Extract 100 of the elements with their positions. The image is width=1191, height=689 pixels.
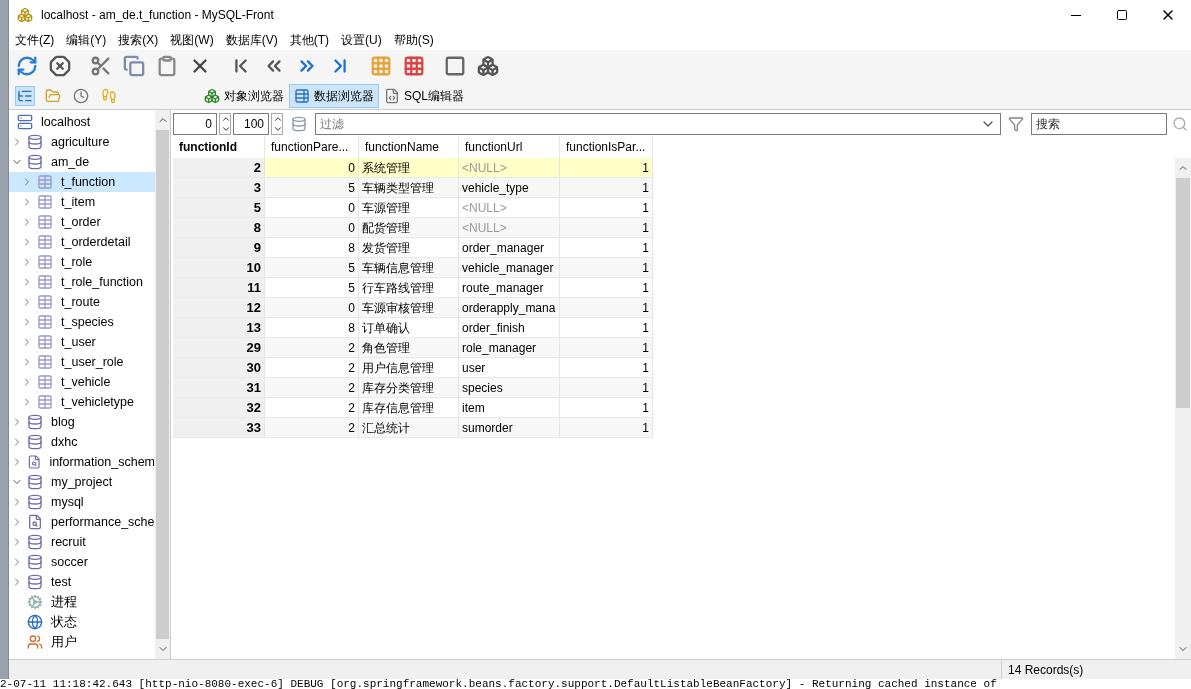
data-grid-icon — [294, 87, 310, 104]
spin-down-icon[interactable] — [272, 124, 284, 134]
tree-item[interactable]: t_species — [9, 312, 155, 332]
table-cell: 用户信息管理 — [359, 358, 459, 377]
tree-item[interactable]: 状态 — [9, 612, 155, 632]
table-cell: 1 — [560, 218, 653, 237]
tree-item[interactable]: t_order — [9, 212, 155, 232]
table-icon — [37, 374, 53, 390]
table-cell: 10 — [173, 258, 265, 277]
view-tab[interactable]: SQL编辑器 — [379, 83, 469, 108]
table-row[interactable]: 5 0 车源管理 <NULL> 1 — [173, 198, 653, 218]
table-cell: 8 — [265, 318, 359, 337]
tree-item[interactable]: t_route — [9, 292, 155, 312]
table-row[interactable]: 9 8 发货管理 order_manager 1 — [173, 238, 653, 258]
table-icon — [37, 314, 53, 330]
tree-item[interactable]: t_item — [9, 192, 155, 212]
tree-item[interactable]: test — [9, 572, 155, 592]
table-cell: 1 — [560, 198, 653, 217]
menu-item[interactable]: 文件(Z) — [15, 31, 55, 49]
tree-item[interactable]: soccer — [9, 552, 155, 572]
tree-item[interactable]: t_role — [9, 252, 155, 272]
table-cell: 行车路线管理 — [359, 278, 459, 297]
database-icon — [27, 554, 43, 570]
table-row[interactable]: 31 2 库存分类管理 species 1 — [173, 378, 653, 398]
table-cell: 1 — [560, 418, 653, 437]
menu-item[interactable]: 搜索(X) — [118, 31, 159, 49]
table-cell: 29 — [173, 338, 265, 357]
minimize-icon — [1071, 14, 1081, 16]
database-icon — [27, 474, 43, 490]
tree-item[interactable]: my_project — [9, 472, 155, 492]
table-cell: 8 — [265, 238, 359, 257]
table-cell: 3 — [173, 178, 265, 197]
menu-item[interactable]: 其他(T) — [289, 31, 329, 49]
tree-item[interactable]: am_de — [9, 152, 155, 172]
table-icon — [37, 194, 53, 210]
table-cell: <NULL> — [459, 198, 560, 217]
spin-up-icon[interactable] — [220, 114, 232, 124]
table-row[interactable]: 11 5 行车路线管理 route_manager 1 — [173, 278, 653, 298]
spin-down-icon[interactable] — [220, 124, 232, 134]
scrollbar[interactable] — [155, 110, 170, 659]
view-tab[interactable]: 对象浏览器 — [199, 83, 289, 108]
table-row[interactable]: 12 0 车源审核管理 orderapply_mana 1 — [173, 298, 653, 318]
tree-item[interactable]: 进程 — [9, 592, 155, 612]
table-row[interactable]: 2 0 系统管理 <NULL> 1 — [173, 158, 653, 178]
table-cell: role_manager — [459, 338, 560, 357]
tree-item[interactable]: recruit — [9, 532, 155, 552]
table-cell: 车源管理 — [359, 198, 459, 217]
table-row[interactable]: 3 5 车辆类型管理 vehicle_type 1 — [173, 178, 653, 198]
table-cell: 30 — [173, 358, 265, 377]
tree-item[interactable]: agriculture — [9, 132, 155, 152]
refresh-icon[interactable] — [15, 54, 39, 78]
table-cell: 13 — [173, 318, 265, 337]
table-row[interactable]: 30 2 用户信息管理 user 1 — [173, 358, 653, 378]
menu-item[interactable]: 编辑(Y) — [66, 31, 107, 49]
table-cell: 库存分类管理 — [359, 378, 459, 397]
menu-item[interactable]: 视图(W) — [170, 31, 214, 49]
menu-item[interactable]: 帮助(S) — [393, 31, 434, 49]
menu-item[interactable]: 设置(U) — [341, 31, 382, 49]
offset-spinner[interactable] — [219, 113, 231, 135]
tree-item[interactable]: performance_sche — [9, 512, 155, 532]
table-row[interactable]: 10 5 车辆信息管理 vehicle_manager 1 — [173, 258, 653, 278]
tree-view-button[interactable] — [15, 85, 35, 106]
table-cell: 2 — [265, 378, 359, 397]
offset-field[interactable]: 0 — [173, 113, 217, 135]
spin-up-icon[interactable] — [272, 114, 284, 124]
tree-item[interactable]: localhost — [9, 112, 155, 132]
search-field[interactable]: 搜索 — [1031, 113, 1167, 135]
table-row[interactable]: 8 0 配货管理 <NULL> 1 — [173, 218, 653, 238]
menu-item[interactable]: 数据库(V) — [225, 31, 278, 49]
stop-icon[interactable] — [48, 54, 72, 78]
table-cell: order_manager — [459, 238, 560, 257]
limit-spinner[interactable] — [271, 113, 283, 135]
tree-item[interactable]: t_vehicletype — [9, 392, 155, 412]
table-row[interactable]: 29 2 角色管理 role_manager 1 — [173, 338, 653, 358]
copy-icon[interactable] — [122, 54, 146, 78]
table-row[interactable]: 13 8 订单确认 order_finish 1 — [173, 318, 653, 338]
table-row[interactable]: 33 2 汇总统计 sumorder 1 — [173, 418, 653, 438]
tree-item[interactable]: t_function — [9, 172, 155, 192]
tree-item[interactable]: t_role_function — [9, 272, 155, 292]
tree-item[interactable]: t_vehicle — [9, 372, 155, 392]
table-row[interactable]: 32 2 库存信息管理 item 1 — [173, 398, 653, 418]
tree-item[interactable]: 用户 — [9, 632, 155, 652]
scrollbar[interactable] — [1175, 158, 1191, 659]
tree-item[interactable]: blog — [9, 412, 155, 432]
insert-row-icon[interactable] — [369, 54, 393, 78]
delete-row-icon[interactable] — [402, 54, 426, 78]
table-cell: item — [459, 398, 560, 417]
table-cell: 2 — [265, 418, 359, 437]
view-tab[interactable]: 数据浏览器 — [289, 83, 379, 108]
tree-item[interactable]: mysql — [9, 492, 155, 512]
limit-field[interactable]: 100 — [233, 113, 269, 135]
table-cell: species — [459, 378, 560, 397]
window-title: localhost - am_de.t_function - MySQL-Front — [41, 7, 274, 24]
table-cell: 0 — [265, 158, 359, 177]
table-cell: 1 — [560, 178, 653, 197]
tree-item[interactable]: dxhc — [9, 432, 155, 452]
tree-item[interactable]: t_user_role — [9, 352, 155, 372]
tree-item[interactable]: t_user — [9, 332, 155, 352]
tree-item[interactable]: t_orderdetail — [9, 232, 155, 252]
tree-item[interactable]: information_schem — [9, 452, 155, 472]
